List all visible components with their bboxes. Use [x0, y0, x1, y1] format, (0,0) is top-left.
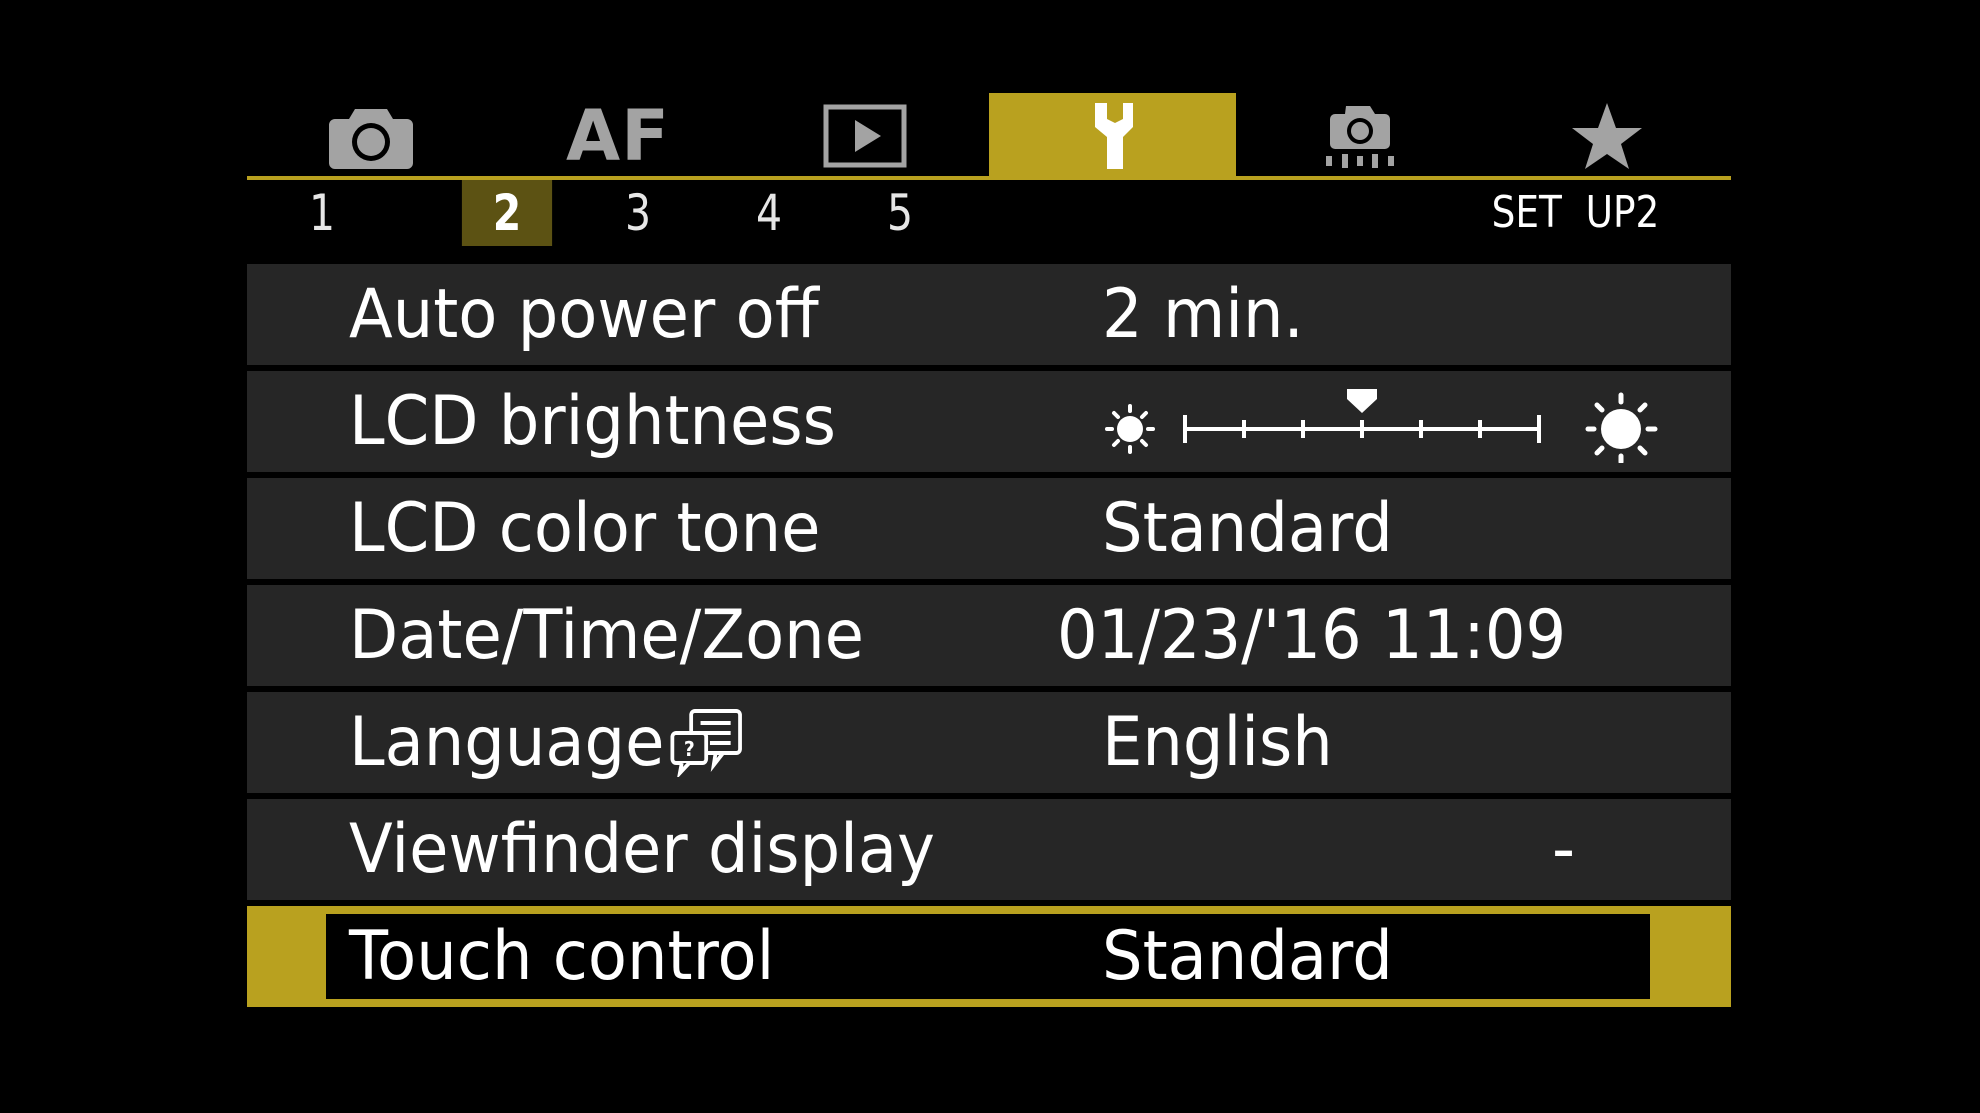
brightness-slider[interactable] — [1099, 383, 1659, 463]
tab-custom-functions[interactable] — [1236, 93, 1483, 178]
menu-item-value: 01/23/'16 11:09 — [1057, 596, 1567, 675]
menu-tab-bar: AF — [247, 93, 1731, 178]
af-icon: AF — [565, 94, 670, 177]
menu-row-touch-control[interactable]: Touch control Standard — [247, 906, 1731, 1007]
menu-row-viewfinder-display[interactable]: Viewfinder display - — [247, 799, 1731, 900]
subtab-1[interactable]: 1 — [277, 180, 367, 246]
menu-item-value: Standard — [1102, 917, 1393, 996]
menu-item-value: 2 min. — [1102, 275, 1304, 354]
menu-row-lcd-brightness[interactable]: LCD brightness — [247, 371, 1731, 472]
menu-item-label: Viewfinder display — [349, 810, 935, 889]
svg-text:?: ? — [683, 738, 694, 762]
subtab-3[interactable]: 3 — [593, 180, 683, 246]
page-label: SET UP2 — [1491, 187, 1659, 238]
tab-af[interactable]: AF — [494, 93, 741, 178]
tab-playback[interactable] — [742, 93, 989, 178]
language-icon: ? — [670, 709, 742, 778]
dim-sun-icon — [1105, 404, 1155, 454]
menu-row-auto-power-off[interactable]: Auto power off 2 min. — [247, 264, 1731, 365]
menu-row-lcd-color-tone[interactable]: LCD color tone Standard — [247, 478, 1731, 579]
subtab-5[interactable]: 5 — [855, 180, 945, 246]
menu-item-label: LCD color tone — [349, 489, 821, 568]
subtab-4[interactable]: 4 — [724, 180, 814, 246]
menu-item-label: Language — [349, 703, 665, 782]
slider-track — [1183, 389, 1541, 443]
wrench-icon — [1094, 102, 1133, 169]
menu-item-label-wrap: Language ? — [349, 692, 743, 793]
slider-marker — [1347, 389, 1377, 413]
menu-item-label: Touch control — [349, 917, 775, 996]
menu-item-label: LCD brightness — [349, 382, 836, 461]
subtab-2[interactable]: 2 — [461, 180, 553, 246]
menu-item-value: English — [1102, 703, 1333, 782]
menu-item-label: Date/Time/Zone — [349, 596, 865, 675]
star-icon — [1572, 102, 1643, 169]
menu-item-value: Standard — [1102, 489, 1393, 568]
tab-setup[interactable] — [988, 93, 1237, 178]
menu-row-date-time-zone[interactable]: Date/Time/Zone 01/23/'16 11:09 — [247, 585, 1731, 686]
menu-item-label: Auto power off — [349, 275, 819, 354]
tab-my-menu[interactable] — [1484, 93, 1731, 178]
menu-item-value: - — [1552, 810, 1576, 889]
camera-menu-screen: AF 1 2 3 4 5 SET UP2 Auto power off 2 mi… — [0, 0, 1980, 1113]
camera-icon — [328, 108, 413, 169]
custom-functions-icon — [1325, 105, 1394, 168]
menu-row-language[interactable]: Language ? English — [247, 692, 1731, 793]
playback-icon — [823, 104, 907, 167]
tab-shooting[interactable] — [247, 93, 494, 178]
subtab-bar: 1 2 3 4 5 SET UP2 — [247, 180, 1731, 246]
bright-sun-icon — [1585, 392, 1658, 463]
